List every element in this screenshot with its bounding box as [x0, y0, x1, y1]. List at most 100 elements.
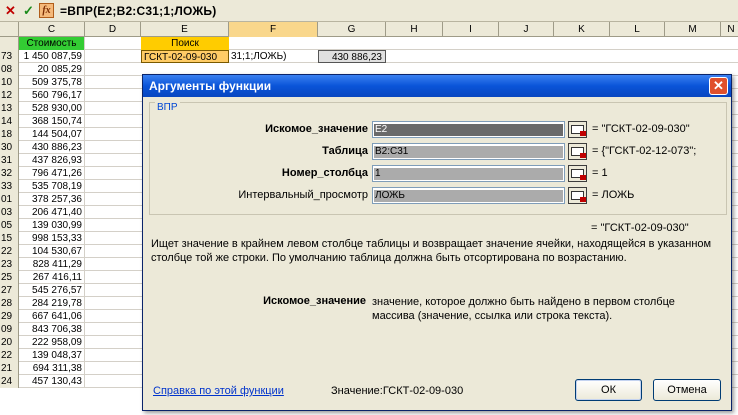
- help-link[interactable]: Справка по этой функции: [153, 385, 284, 397]
- cost-cell[interactable]: 509 375,78: [19, 76, 85, 89]
- table-array-input[interactable]: B2:C31: [372, 143, 565, 160]
- cost-cell[interactable]: 104 530,67: [19, 245, 85, 258]
- row-number[interactable]: 21: [0, 362, 19, 375]
- cost-cell[interactable]: 139 030,99: [19, 219, 85, 232]
- cost-cell[interactable]: 528 930,00: [19, 102, 85, 115]
- col-index-input[interactable]: 1: [372, 165, 565, 182]
- arg-help-description: значение, которое должно быть найдено в …: [372, 296, 675, 322]
- row-number[interactable]: 32: [0, 167, 19, 180]
- column-header-l[interactable]: L: [610, 22, 665, 37]
- cost-cell[interactable]: 368 150,74: [19, 115, 85, 128]
- column-header-e[interactable]: E: [141, 22, 229, 37]
- column-header-k[interactable]: K: [554, 22, 610, 37]
- row-number[interactable]: 15: [0, 232, 19, 245]
- cancel-x-icon[interactable]: ✕: [3, 3, 18, 18]
- cost-cell[interactable]: 545 276,57: [19, 284, 85, 297]
- column-header-c[interactable]: C: [19, 22, 85, 37]
- lookup-value-input[interactable]: E2: [372, 121, 565, 138]
- function-name-label: ВПР: [155, 102, 180, 113]
- row-number[interactable]: 22: [0, 349, 19, 362]
- cost-cell[interactable]: 535 708,19: [19, 180, 85, 193]
- row-number[interactable]: 25: [0, 271, 19, 284]
- row-number[interactable]: 20: [0, 336, 19, 349]
- column-header-f[interactable]: F: [229, 22, 318, 37]
- cost-cell[interactable]: 139 048,37: [19, 349, 85, 362]
- row-number[interactable]: 73: [0, 50, 19, 63]
- arg-result: = 1: [592, 167, 608, 179]
- row-number[interactable]: 09: [0, 323, 19, 336]
- row-number[interactable]: 22: [0, 245, 19, 258]
- search-row: 73 1 450 087,59 ГСКТ-02-09-030 31;1;ЛОЖЬ…: [0, 50, 738, 63]
- row-number[interactable]: 30: [0, 141, 19, 154]
- close-icon[interactable]: ✕: [709, 77, 728, 95]
- search-value-cell[interactable]: ГСКТ-02-09-030: [141, 50, 229, 63]
- row-number[interactable]: 12: [0, 89, 19, 102]
- cancel-button[interactable]: Отмена: [653, 379, 721, 401]
- row-number[interactable]: 33: [0, 180, 19, 193]
- column-header-n[interactable]: N: [721, 22, 738, 37]
- row-number[interactable]: 24: [0, 375, 19, 388]
- cost-cell[interactable]: 437 826,93: [19, 154, 85, 167]
- cost-cell[interactable]: 667 641,06: [19, 310, 85, 323]
- column-header-j[interactable]: J: [499, 22, 554, 37]
- arg-row-lookup-value: Искомое_значение E2 = "ГСКТ-02-09-030": [150, 120, 728, 140]
- select-all-corner[interactable]: [0, 22, 19, 37]
- row-number[interactable]: 03: [0, 206, 19, 219]
- cost-cell[interactable]: 457 130,43: [19, 375, 85, 388]
- collapse-dialog-icon[interactable]: [568, 143, 587, 160]
- cost-cell[interactable]: 828 411,29: [19, 258, 85, 271]
- row-number[interactable]: 10: [0, 76, 19, 89]
- cost-cell[interactable]: 267 416,11: [19, 271, 85, 284]
- row-number[interactable]: 27: [0, 284, 19, 297]
- header-row: Стоимость Поиск: [0, 37, 738, 50]
- row-number[interactable]: [0, 37, 19, 50]
- arg-row-col-index: Номер_столбца 1 = 1: [150, 164, 728, 184]
- insert-function-fx-icon[interactable]: fx: [39, 3, 54, 18]
- cost-cell[interactable]: 1 450 087,59: [19, 50, 85, 63]
- range-lookup-input[interactable]: ЛОЖЬ: [372, 187, 565, 204]
- column-header-bar: C D E F G H I J K L M N: [0, 22, 738, 37]
- cost-cell[interactable]: 20 085,29: [19, 63, 85, 76]
- cost-header-cell[interactable]: Стоимость: [19, 37, 85, 50]
- row-number[interactable]: 31: [0, 154, 19, 167]
- row-number[interactable]: 01: [0, 193, 19, 206]
- row-number[interactable]: 05: [0, 219, 19, 232]
- column-header-m[interactable]: M: [665, 22, 721, 37]
- cost-cell[interactable]: 378 257,36: [19, 193, 85, 206]
- confirm-check-icon[interactable]: ✓: [21, 3, 36, 18]
- row-number[interactable]: 28: [0, 297, 19, 310]
- cost-cell[interactable]: 796 471,26: [19, 167, 85, 180]
- collapse-dialog-icon[interactable]: [568, 121, 587, 138]
- column-header-h[interactable]: H: [386, 22, 443, 37]
- cost-cell[interactable]: 694 311,38: [19, 362, 85, 375]
- cost-cell[interactable]: 284 219,78: [19, 297, 85, 310]
- arg-value: ЛОЖЬ: [375, 190, 405, 201]
- dialog-title-bar[interactable]: Аргументы функции ✕: [143, 75, 731, 97]
- formula-input[interactable]: =ВПР(E2;B2:C31;1;ЛОЖЬ): [60, 4, 216, 18]
- row-number[interactable]: 23: [0, 258, 19, 271]
- cost-cell[interactable]: 222 958,09: [19, 336, 85, 349]
- cost-cell[interactable]: 206 471,40: [19, 206, 85, 219]
- column-header-g[interactable]: G: [318, 22, 386, 37]
- search-header-cell[interactable]: Поиск: [141, 37, 229, 50]
- arg-value: E2: [375, 124, 388, 135]
- column-header-d[interactable]: D: [85, 22, 141, 37]
- row-number[interactable]: 29: [0, 310, 19, 323]
- collapse-dialog-icon[interactable]: [568, 165, 587, 182]
- row-number[interactable]: 18: [0, 128, 19, 141]
- formula-bar: ✕ ✓ fx =ВПР(E2;B2:C31;1;ЛОЖЬ): [0, 0, 738, 22]
- cost-cell[interactable]: 843 706,38: [19, 323, 85, 336]
- cost-cell[interactable]: 144 504,07: [19, 128, 85, 141]
- row-number[interactable]: 14: [0, 115, 19, 128]
- cost-cell[interactable]: 430 886,23: [19, 141, 85, 154]
- cost-cell[interactable]: 560 796,17: [19, 89, 85, 102]
- collapse-dialog-icon[interactable]: [568, 187, 587, 204]
- row-number[interactable]: 13: [0, 102, 19, 115]
- arg-row-range-lookup: Интервальный_просмотр ЛОЖЬ = ЛОЖЬ: [150, 186, 728, 206]
- ok-button[interactable]: ОК: [575, 379, 642, 401]
- row-number[interactable]: 08: [0, 63, 19, 76]
- formula-cell-f[interactable]: 31;1;ЛОЖЬ): [229, 50, 318, 63]
- cost-cell[interactable]: 998 153,33: [19, 232, 85, 245]
- column-header-i[interactable]: I: [443, 22, 499, 37]
- result-cell-g[interactable]: 430 886,23: [318, 50, 386, 63]
